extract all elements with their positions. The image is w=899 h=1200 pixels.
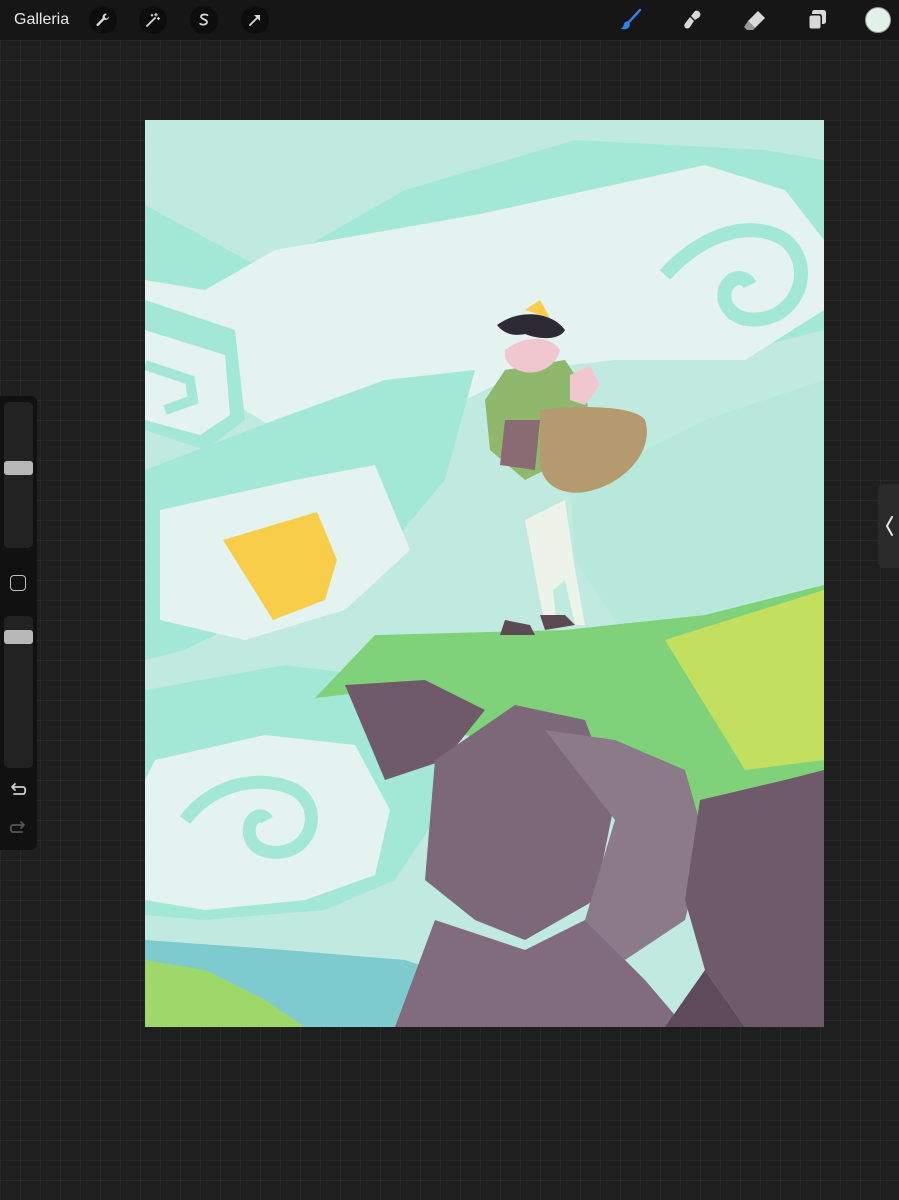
wrench-icon xyxy=(96,13,109,27)
brush-size-handle[interactable] xyxy=(4,461,33,476)
brush-icon xyxy=(620,8,642,30)
redo-icon xyxy=(9,821,25,833)
layers-icon xyxy=(808,10,826,30)
square-modify-icon[interactable] xyxy=(10,575,26,591)
smudge-tool-button[interactable] xyxy=(678,6,708,34)
artwork xyxy=(145,120,824,1027)
undo-icon xyxy=(11,783,27,795)
eraser-tool-button[interactable] xyxy=(740,6,770,34)
color-picker-button[interactable] xyxy=(865,7,891,33)
actions-button[interactable] xyxy=(89,6,117,34)
brush-tool-button[interactable] xyxy=(616,6,646,34)
transform-arrow-icon xyxy=(249,15,260,26)
undo-button[interactable] xyxy=(8,782,28,800)
smudge-icon xyxy=(684,10,701,29)
opacity-handle[interactable] xyxy=(4,629,33,644)
selection-s-icon xyxy=(199,13,209,26)
transform-button[interactable] xyxy=(241,6,269,34)
redo-button[interactable] xyxy=(8,820,28,838)
drawing-canvas[interactable] xyxy=(145,120,824,1027)
eraser-icon xyxy=(744,11,765,30)
side-panel-toggle[interactable] xyxy=(878,484,899,568)
adjustments-button[interactable] xyxy=(139,6,167,34)
layers-button[interactable] xyxy=(802,6,832,34)
magic-wand-icon xyxy=(146,12,161,27)
left-sidebar xyxy=(0,396,37,850)
gallery-button[interactable]: Galleria xyxy=(14,9,69,31)
chevron-left-icon xyxy=(885,516,893,536)
top-toolbar: Galleria xyxy=(0,0,899,40)
selection-button[interactable] xyxy=(190,6,218,34)
